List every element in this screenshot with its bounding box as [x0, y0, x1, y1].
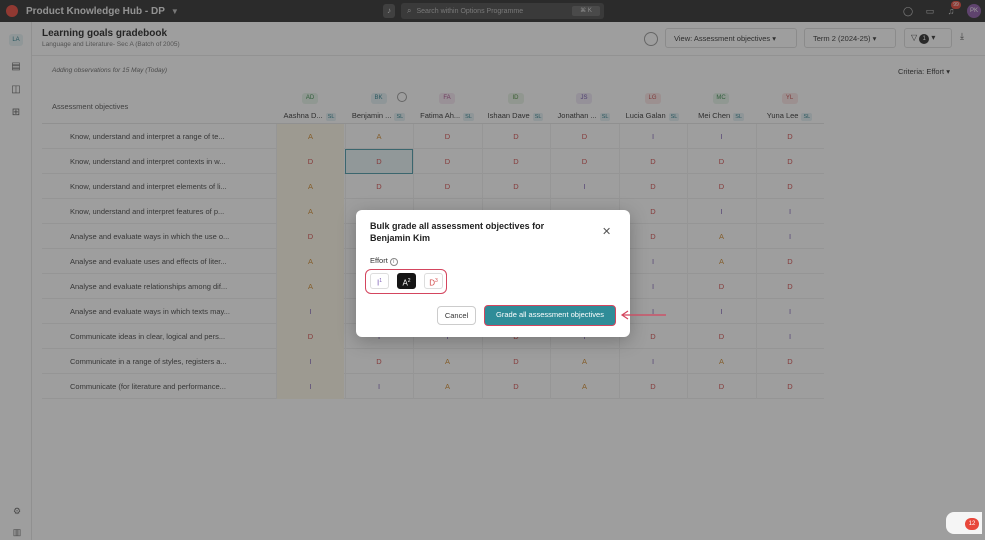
cancel-button[interactable]: Cancel: [437, 306, 476, 325]
annotation-arrow: [620, 310, 666, 320]
effort-grade-button[interactable]: I1: [370, 273, 389, 289]
grade-all-button[interactable]: Grade all assessment objectives: [484, 305, 616, 326]
info-icon[interactable]: i: [389, 258, 398, 266]
effort-label: Effort i: [370, 256, 398, 266]
bulk-grade-modal: Bulk grade all assessment objectives for…: [356, 210, 630, 337]
effort-grade-button[interactable]: A2: [397, 273, 416, 289]
effort-text: Effort: [370, 256, 388, 265]
close-icon[interactable]: ✕: [602, 225, 611, 238]
grade-shortcut: 1: [379, 278, 382, 284]
effort-grade-button[interactable]: D3: [424, 273, 443, 289]
chat-count-badge: 12: [965, 518, 979, 530]
grade-shortcut: 3: [435, 278, 438, 284]
modal-title: Bulk grade all assessment objectives for…: [370, 221, 545, 243]
grade-shortcut: 2: [407, 278, 411, 284]
effort-grade-group: I1 A2 D3: [365, 269, 447, 294]
